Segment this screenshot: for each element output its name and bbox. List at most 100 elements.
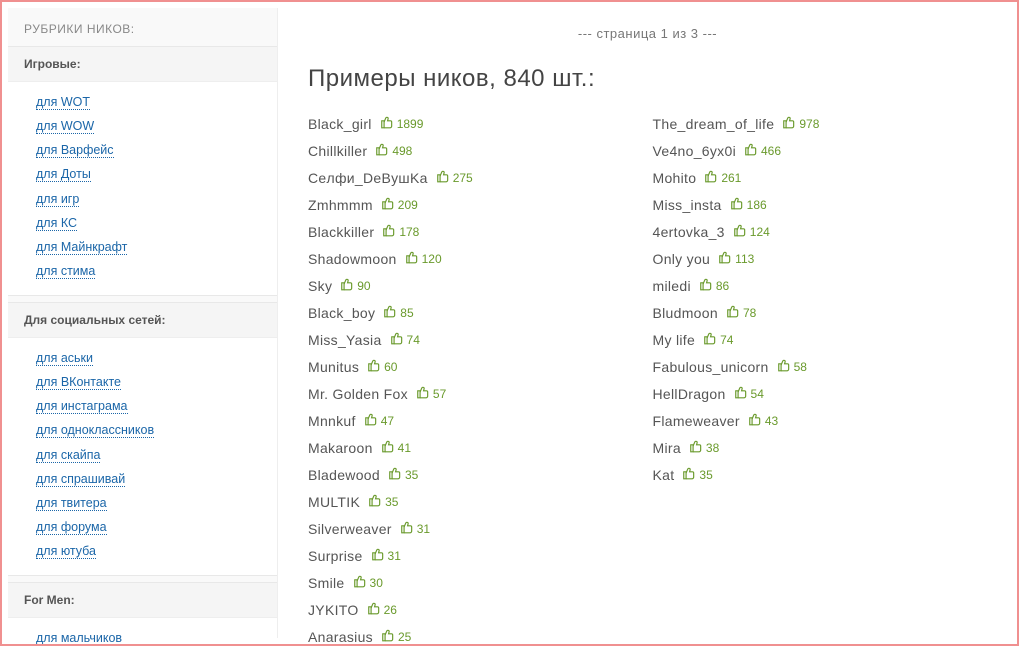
like-button[interactable]: 113	[718, 250, 754, 267]
nick-name[interactable]: Blackkiller	[308, 224, 374, 240]
sidebar-link[interactable]: для твитера	[36, 496, 107, 511]
sidebar-link[interactable]: для скайпа	[36, 448, 100, 463]
like-button[interactable]: 74	[390, 331, 420, 348]
thumbs-up-icon	[382, 223, 396, 240]
like-button[interactable]: 90	[340, 277, 370, 294]
nick-name[interactable]: Ceлфи_DeByшKa	[308, 170, 428, 186]
nick-row: Surprise 31	[308, 547, 643, 564]
sidebar-link[interactable]: для КС	[36, 216, 77, 231]
like-button[interactable]: 120	[405, 250, 442, 267]
nick-name[interactable]: Zmhmmm	[308, 197, 373, 213]
nick-name[interactable]: Kat	[653, 467, 675, 483]
like-button[interactable]: 209	[381, 196, 418, 213]
nick-row: Ceлфи_DeByшKa 275	[308, 169, 643, 186]
thumbs-up-icon	[405, 250, 419, 267]
nick-name[interactable]: Silverweaver	[308, 521, 392, 537]
nick-name[interactable]: Miss_Yasia	[308, 332, 382, 348]
nick-name[interactable]: My life	[653, 332, 696, 348]
like-button[interactable]: 31	[371, 547, 401, 564]
sidebar-link[interactable]: для ютуба	[36, 544, 96, 559]
nick-name[interactable]: Makaroon	[308, 440, 373, 456]
like-button[interactable]: 186	[730, 196, 767, 213]
nick-row: The_dream_of_life 978	[653, 115, 988, 132]
like-button[interactable]: 41	[381, 439, 411, 456]
like-button[interactable]: 85	[383, 304, 413, 321]
nick-name[interactable]: Black_boy	[308, 305, 375, 321]
like-button[interactable]: 31	[400, 520, 430, 537]
like-button[interactable]: 74	[703, 331, 733, 348]
like-button[interactable]: 124	[733, 223, 770, 240]
like-button[interactable]: 261	[704, 169, 741, 186]
like-button[interactable]: 178	[382, 223, 419, 240]
nick-name[interactable]: Miss_insta	[653, 197, 722, 213]
sidebar-link[interactable]: для мальчиков	[36, 631, 122, 646]
nick-name[interactable]: Mnnkuf	[308, 413, 356, 429]
nick-name[interactable]: Shadowmoon	[308, 251, 397, 267]
like-button[interactable]: 498	[375, 142, 412, 159]
sidebar-link[interactable]: для WOT	[36, 95, 90, 110]
like-button[interactable]: 1899	[380, 115, 424, 132]
like-button[interactable]: 43	[748, 412, 778, 429]
nick-row: Chillkiller 498	[308, 142, 643, 159]
like-button[interactable]: 78	[726, 304, 756, 321]
nick-name[interactable]: Anarasius	[308, 629, 373, 645]
nick-name[interactable]: Bladewood	[308, 467, 380, 483]
like-count: 466	[761, 144, 781, 158]
nick-name[interactable]: Mira	[653, 440, 681, 456]
like-button[interactable]: 25	[381, 628, 411, 644]
thumbs-up-icon	[383, 304, 397, 321]
like-button[interactable]: 54	[734, 385, 764, 402]
like-button[interactable]: 86	[699, 277, 729, 294]
main-content: --- страница 1 из 3 --- Примеры ников, 8…	[278, 2, 1017, 644]
nick-name[interactable]: Sky	[308, 278, 332, 294]
sidebar-link[interactable]: для WOW	[36, 119, 94, 134]
like-button[interactable]: 60	[367, 358, 397, 375]
sidebar-link[interactable]: для Варфейс	[36, 143, 114, 158]
like-button[interactable]: 466	[744, 142, 781, 159]
sidebar-link[interactable]: для стима	[36, 264, 95, 279]
sidebar-link[interactable]: для инстаграма	[36, 399, 128, 414]
nick-name[interactable]: 4ertovka_3	[653, 224, 725, 240]
nick-row: Munitus 60	[308, 358, 643, 375]
like-button[interactable]: 26	[367, 601, 397, 618]
like-button[interactable]: 35	[682, 466, 712, 483]
nick-name[interactable]: Bludmoon	[653, 305, 718, 321]
thumbs-up-icon	[416, 385, 430, 402]
sidebar-section-header: Игровые:	[8, 47, 277, 82]
nick-name[interactable]: Fabulous_unicorn	[653, 359, 769, 375]
nick-name[interactable]: JYKITO	[308, 602, 359, 618]
sidebar-link[interactable]: для игр	[36, 192, 79, 207]
nick-name[interactable]: HellDragon	[653, 386, 726, 402]
nick-name[interactable]: Mr. Golden Fox	[308, 386, 408, 402]
like-button[interactable]: 58	[777, 358, 807, 375]
thumbs-up-icon	[733, 223, 747, 240]
like-button[interactable]: 275	[436, 169, 473, 186]
nick-name[interactable]: MULTIK	[308, 494, 360, 510]
nick-name[interactable]: Ve4no_6yx0i	[653, 143, 736, 159]
nick-name[interactable]: Black_girl	[308, 116, 372, 132]
nick-name[interactable]: Smile	[308, 575, 345, 591]
nick-name[interactable]: Mohito	[653, 170, 697, 186]
like-button[interactable]: 978	[782, 115, 819, 132]
thumbs-up-icon	[371, 547, 385, 564]
sidebar-link[interactable]: для одноклассников	[36, 423, 154, 438]
sidebar-link[interactable]: для ВКонтакте	[36, 375, 121, 390]
nick-name[interactable]: Surprise	[308, 548, 363, 564]
sidebar-link[interactable]: для форума	[36, 520, 107, 535]
nick-name[interactable]: Only you	[653, 251, 711, 267]
sidebar-link[interactable]: для Доты	[36, 167, 91, 182]
like-button[interactable]: 57	[416, 385, 446, 402]
like-button[interactable]: 35	[388, 466, 418, 483]
like-button[interactable]: 30	[353, 574, 383, 591]
like-button[interactable]: 35	[368, 493, 398, 510]
sidebar-link[interactable]: для Майнкрафт	[36, 240, 127, 255]
sidebar-link[interactable]: для аськи	[36, 351, 93, 366]
nick-name[interactable]: miledi	[653, 278, 691, 294]
nick-name[interactable]: The_dream_of_life	[653, 116, 775, 132]
nick-name[interactable]: Flameweaver	[653, 413, 740, 429]
sidebar-link[interactable]: для спрашивай	[36, 472, 125, 487]
nick-name[interactable]: Munitus	[308, 359, 359, 375]
like-button[interactable]: 47	[364, 412, 394, 429]
like-button[interactable]: 38	[689, 439, 719, 456]
nick-name[interactable]: Chillkiller	[308, 143, 367, 159]
